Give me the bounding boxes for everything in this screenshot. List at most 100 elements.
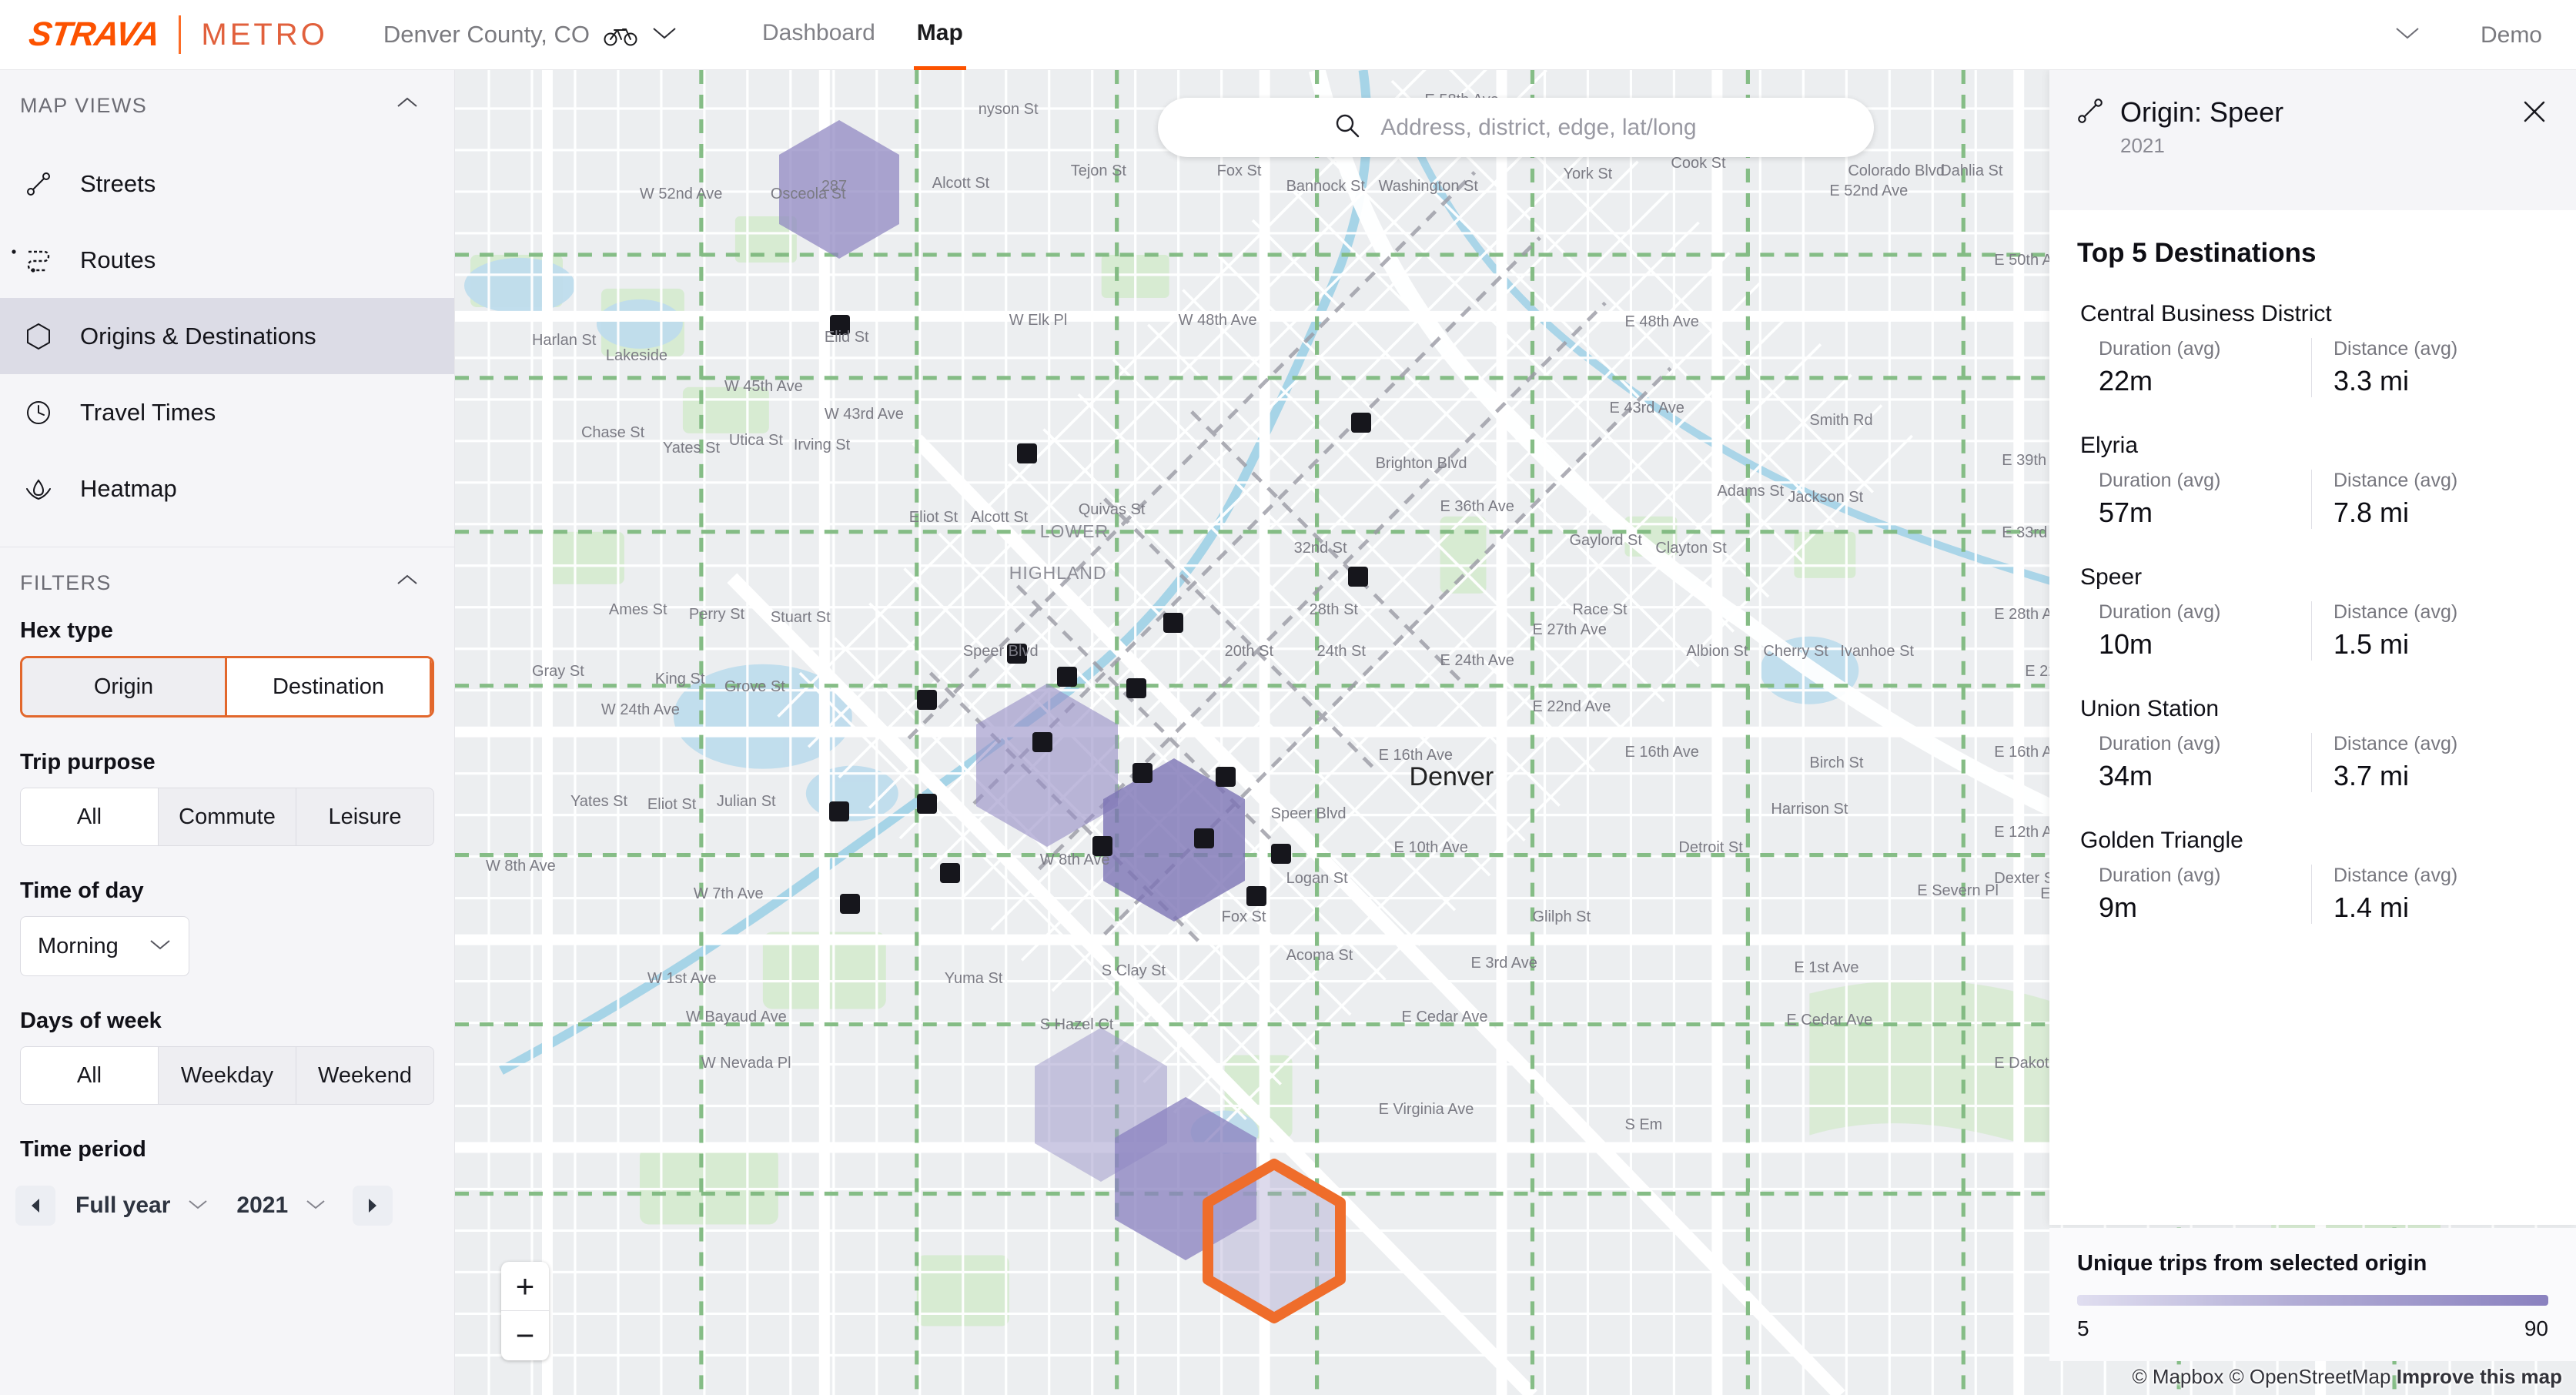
map-label: E 52nd Ave bbox=[1829, 182, 1909, 199]
zoom-out-button[interactable]: − bbox=[501, 1311, 549, 1360]
sidebar-item-travel-times[interactable]: Travel Times bbox=[0, 374, 454, 450]
map-label: Fox St bbox=[1221, 908, 1266, 926]
distance-stat: Distance (avg) 3.3 mi bbox=[2311, 338, 2524, 397]
sidebar-item-heatmap[interactable]: Heatmap bbox=[0, 450, 454, 527]
metro-wordmark: METRO bbox=[201, 17, 328, 52]
map-views-list: Streets Routes Origins & Destinations Tr… bbox=[0, 146, 454, 527]
filter-hex-type: Hex type Origin Destination bbox=[0, 618, 454, 718]
left-sidebar: MAP VIEWS Streets Routes Origins & Desti… bbox=[0, 70, 455, 1395]
destination-name: Speer bbox=[2080, 564, 2143, 590]
strava-wordmark: STRAVA bbox=[26, 15, 162, 53]
map-label: W 52nd Ave bbox=[639, 185, 723, 202]
map-label: E Severn Pl bbox=[1917, 882, 1999, 900]
tab-dashboard[interactable]: Dashboard bbox=[762, 20, 875, 49]
map-label: 32nd St bbox=[1293, 539, 1347, 557]
zoom-in-button[interactable]: + bbox=[501, 1262, 549, 1311]
duration-value: 10m bbox=[2099, 628, 2153, 660]
destination-item: Union Station Duration (avg) 34m Distance (… bbox=[2077, 696, 2548, 792]
map-label: W 8th Ave bbox=[1039, 851, 1110, 869]
duration-value: 34m bbox=[2099, 760, 2153, 791]
sidebar-item-origins-destinations[interactable]: Origins & Destinations bbox=[0, 298, 454, 374]
sidebar-item-streets[interactable]: Streets bbox=[0, 146, 454, 222]
time-period-year-select[interactable]: 2021 bbox=[236, 1193, 326, 1219]
improve-this-map-link[interactable]: Improve this map bbox=[2397, 1365, 2562, 1388]
map-label: Cherry St bbox=[1763, 642, 1828, 660]
map-label: Detroit St bbox=[1678, 839, 1743, 857]
destination-stats: Duration (avg) 34m Distance (avg) 3.7 mi bbox=[2077, 733, 2548, 792]
hex-type-option-destination[interactable]: Destination bbox=[227, 658, 432, 715]
trip-purpose-option-leisure[interactable]: Leisure bbox=[296, 788, 433, 845]
hex-type-option-origin[interactable]: Origin bbox=[22, 658, 227, 715]
map-label: E 16th Ave bbox=[1378, 747, 1453, 764]
map-label: E 16th Ave bbox=[1624, 744, 1699, 761]
days-of-week-label: Days of week bbox=[20, 1009, 162, 1033]
map-label: E 3rd Ave bbox=[1470, 955, 1537, 972]
filters-panel: Hex type Origin Destination Trip purpose… bbox=[0, 618, 454, 1236]
map-label: Ivanhoe St bbox=[1840, 642, 1914, 660]
distance-value: 3.7 mi bbox=[2333, 760, 2410, 791]
days-of-week-option-weekday[interactable]: Weekday bbox=[159, 1047, 296, 1104]
account-chevron-down-icon[interactable] bbox=[2394, 25, 2420, 45]
time-of-day-select[interactable]: Morning bbox=[20, 916, 189, 976]
sidebar-label-routes: Routes bbox=[80, 246, 156, 273]
filters-section-header[interactable]: FILTERS bbox=[0, 547, 454, 618]
time-period-range-select[interactable]: Full year bbox=[75, 1193, 209, 1219]
destination-stats: Duration (avg) 9m Distance (avg) 1.4 mi bbox=[2077, 865, 2548, 924]
distance-value: 1.4 mi bbox=[2333, 892, 2410, 923]
account-name-label[interactable]: Demo bbox=[2481, 22, 2542, 49]
map-label: Chase St bbox=[580, 423, 645, 441]
map-label: Denver bbox=[1409, 762, 1494, 792]
map-label: E 22nd Ave bbox=[1532, 698, 1611, 715]
duration-stat: Duration (avg) 57m bbox=[2099, 470, 2311, 529]
search-input-placeholder[interactable]: Address, district, edge, lat/long bbox=[1380, 115, 1696, 141]
destination-item: Elyria Duration (avg) 57m Distance (avg) 7.8… bbox=[2077, 433, 2548, 529]
account-area: Demo bbox=[2394, 0, 2542, 70]
map-views-section-header[interactable]: MAP VIEWS bbox=[0, 70, 454, 141]
map-label: Eliot St bbox=[908, 508, 958, 526]
duration-label: Duration (avg) bbox=[2099, 601, 2221, 623]
time-period-prev-button[interactable] bbox=[15, 1186, 55, 1226]
map-label: W 8th Ave bbox=[485, 858, 556, 875]
map-label: W 45th Ave bbox=[724, 377, 803, 395]
map-label: Logan St bbox=[1286, 870, 1348, 888]
brand-logo[interactable]: STRAVA METRO bbox=[26, 15, 328, 54]
time-period-range-chevron-down-icon bbox=[187, 1198, 209, 1214]
map-label: E 1st Ave bbox=[1794, 959, 1859, 977]
panel-header: Origin: Speer 2021 bbox=[2049, 70, 2576, 210]
main-tabs: Dashboard Map bbox=[762, 20, 966, 70]
region-selector[interactable]: Denver County, CO bbox=[383, 21, 677, 49]
map-label: HIGHLAND bbox=[1009, 562, 1107, 583]
distance-stat: Distance (avg) 3.7 mi bbox=[2311, 733, 2524, 792]
trip-purpose-option-all[interactable]: All bbox=[21, 788, 159, 845]
sidebar-label-heatmap: Heatmap bbox=[80, 474, 177, 502]
duration-label: Duration (avg) bbox=[2099, 470, 2221, 491]
destination-name: Central Business District bbox=[2080, 301, 2332, 326]
filter-time-period: Time period Full year 2021 bbox=[0, 1137, 454, 1236]
duration-stat: Duration (avg) 34m bbox=[2099, 733, 2311, 792]
map-label: Julian St bbox=[716, 793, 776, 811]
filters-chevron-up-icon[interactable] bbox=[396, 573, 417, 593]
map-label: Race St bbox=[1572, 600, 1628, 618]
top-destinations-heading: Top 5 Destinations bbox=[2077, 238, 2317, 268]
time-period-next-button[interactable] bbox=[353, 1186, 393, 1226]
map-label: E 27th Ave bbox=[1532, 621, 1607, 638]
time-of-day-chevron-down-icon bbox=[149, 938, 172, 955]
days-of-week-option-weekend[interactable]: Weekend bbox=[296, 1047, 433, 1104]
map-label: S Clay St bbox=[1101, 962, 1166, 980]
map-label: Clayton St bbox=[1655, 539, 1727, 557]
legend-gradient-bar bbox=[2077, 1295, 2548, 1306]
trip-purpose-option-commute[interactable]: Commute bbox=[159, 788, 296, 845]
panel-body: Top 5 Destinations Central Business Dist… bbox=[2049, 210, 2576, 924]
distance-label: Distance (avg) bbox=[2333, 338, 2458, 360]
days-of-week-option-all[interactable]: All bbox=[21, 1047, 159, 1104]
map-label: W 24th Ave bbox=[601, 701, 680, 718]
time-period-year-chevron-down-icon bbox=[305, 1198, 326, 1214]
chevron-up-icon[interactable] bbox=[396, 95, 417, 115]
close-icon[interactable] bbox=[2519, 96, 2550, 127]
bicycle-icon bbox=[604, 23, 637, 46]
tab-map[interactable]: Map bbox=[913, 20, 966, 70]
map-label: E 43rd Ave bbox=[1609, 399, 1684, 416]
destination-item: Central Business District Duration (avg) 2… bbox=[2077, 301, 2548, 397]
map-search-bar[interactable]: Address, district, edge, lat/long bbox=[1157, 98, 1874, 157]
sidebar-item-routes[interactable]: Routes bbox=[0, 222, 454, 298]
